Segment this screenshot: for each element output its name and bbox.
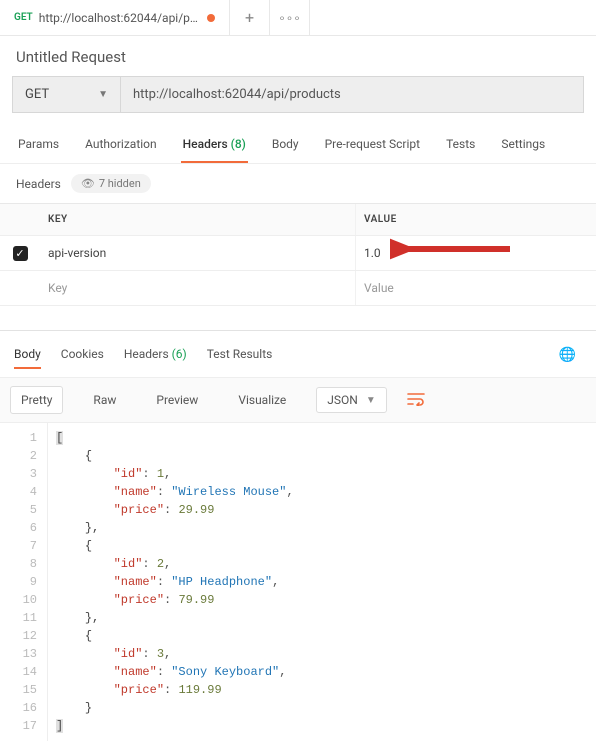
format-value: JSON bbox=[327, 393, 358, 407]
response-tab-headers-label: Headers bbox=[124, 347, 169, 361]
tab-label: http://localhost:62044/api/prod... bbox=[39, 11, 201, 25]
hidden-headers-toggle[interactable]: 👁 7 hidden bbox=[71, 174, 151, 193]
header-key-placeholder[interactable]: Key bbox=[40, 271, 356, 305]
table-row-empty: Key Value bbox=[0, 271, 596, 306]
response-tab-headers[interactable]: Headers (6) bbox=[124, 341, 187, 369]
hidden-headers-count: 7 hidden bbox=[99, 177, 141, 190]
tab-method-badge: GET bbox=[14, 12, 33, 23]
view-visualize-button[interactable]: Visualize bbox=[228, 387, 296, 413]
tab-headers-count: (8) bbox=[231, 137, 246, 151]
format-select[interactable]: JSON ▼ bbox=[316, 387, 386, 413]
unsaved-indicator-icon bbox=[207, 14, 215, 22]
header-key-input[interactable]: api-version bbox=[40, 236, 356, 270]
line-wrap-icon[interactable] bbox=[407, 391, 425, 410]
line-number-gutter: 1234567891011121314151617 bbox=[0, 423, 48, 741]
chevron-down-icon: ▼ bbox=[366, 395, 376, 406]
url-bar: GET ▼ http://localhost:62044/api/product… bbox=[12, 76, 584, 113]
view-pretty-button[interactable]: Pretty bbox=[10, 386, 63, 414]
response-tab-headers-count: (6) bbox=[172, 347, 187, 361]
column-value: VALUE bbox=[356, 204, 596, 235]
check-icon: ✓ bbox=[15, 247, 24, 260]
view-raw-button[interactable]: Raw bbox=[83, 387, 126, 413]
tab-request[interactable]: GET http://localhost:62044/api/prod... bbox=[0, 0, 230, 35]
response-body: 1234567891011121314151617 [ { "id": 1, "… bbox=[0, 423, 596, 741]
tab-params[interactable]: Params bbox=[16, 127, 61, 163]
response-code[interactable]: [ { "id": 1, "name": "Wireless Mouse", "… bbox=[48, 423, 302, 741]
url-input[interactable]: http://localhost:62044/api/products bbox=[120, 76, 584, 113]
tab-headers-label: Headers bbox=[183, 137, 228, 151]
headers-toolbar: Headers 👁 7 hidden bbox=[0, 164, 596, 203]
more-icon: ∘∘∘ bbox=[278, 11, 301, 25]
network-icon[interactable]: 🌐 bbox=[559, 347, 582, 363]
http-method-value: GET bbox=[25, 87, 49, 102]
headers-toolbar-label: Headers bbox=[16, 177, 61, 191]
http-method-select[interactable]: GET ▼ bbox=[12, 76, 120, 113]
response-toolbar: Pretty Raw Preview Visualize JSON ▼ bbox=[0, 377, 596, 423]
tab-tests[interactable]: Tests bbox=[444, 127, 477, 163]
tab-settings[interactable]: Settings bbox=[499, 127, 547, 163]
request-title[interactable]: Untitled Request bbox=[0, 36, 596, 76]
tab-body[interactable]: Body bbox=[270, 127, 301, 163]
response-tab-cookies[interactable]: Cookies bbox=[61, 341, 104, 369]
view-preview-button[interactable]: Preview bbox=[146, 387, 208, 413]
row-checkbox[interactable]: ✓ bbox=[13, 246, 28, 261]
eye-icon: 👁 bbox=[81, 177, 95, 190]
headers-table: KEY VALUE ✓ api-version 1.0 Key Value bbox=[0, 203, 596, 306]
chevron-down-icon: ▼ bbox=[98, 89, 108, 100]
plus-icon: + bbox=[245, 8, 254, 27]
header-value-input[interactable]: 1.0 bbox=[356, 236, 596, 270]
response-tab-body[interactable]: Body bbox=[14, 341, 41, 369]
response-tab-test-results[interactable]: Test Results bbox=[207, 341, 273, 369]
column-key: KEY bbox=[40, 204, 356, 235]
tab-bar: GET http://localhost:62044/api/prod... +… bbox=[0, 0, 596, 36]
new-tab-button[interactable]: + bbox=[230, 0, 270, 35]
headers-table-header: KEY VALUE bbox=[0, 204, 596, 236]
table-row: ✓ api-version 1.0 bbox=[0, 236, 596, 271]
tab-pre-request-script[interactable]: Pre-request Script bbox=[323, 127, 422, 163]
tab-headers[interactable]: Headers (8) bbox=[181, 127, 248, 163]
response-tabs: Body Cookies Headers (6) Test Results 🌐 bbox=[0, 331, 596, 369]
header-value-placeholder[interactable]: Value bbox=[356, 271, 596, 305]
tab-actions-button[interactable]: ∘∘∘ bbox=[270, 0, 310, 35]
tab-authorization[interactable]: Authorization bbox=[83, 127, 159, 163]
request-tabs: Params Authorization Headers (8) Body Pr… bbox=[0, 127, 596, 164]
